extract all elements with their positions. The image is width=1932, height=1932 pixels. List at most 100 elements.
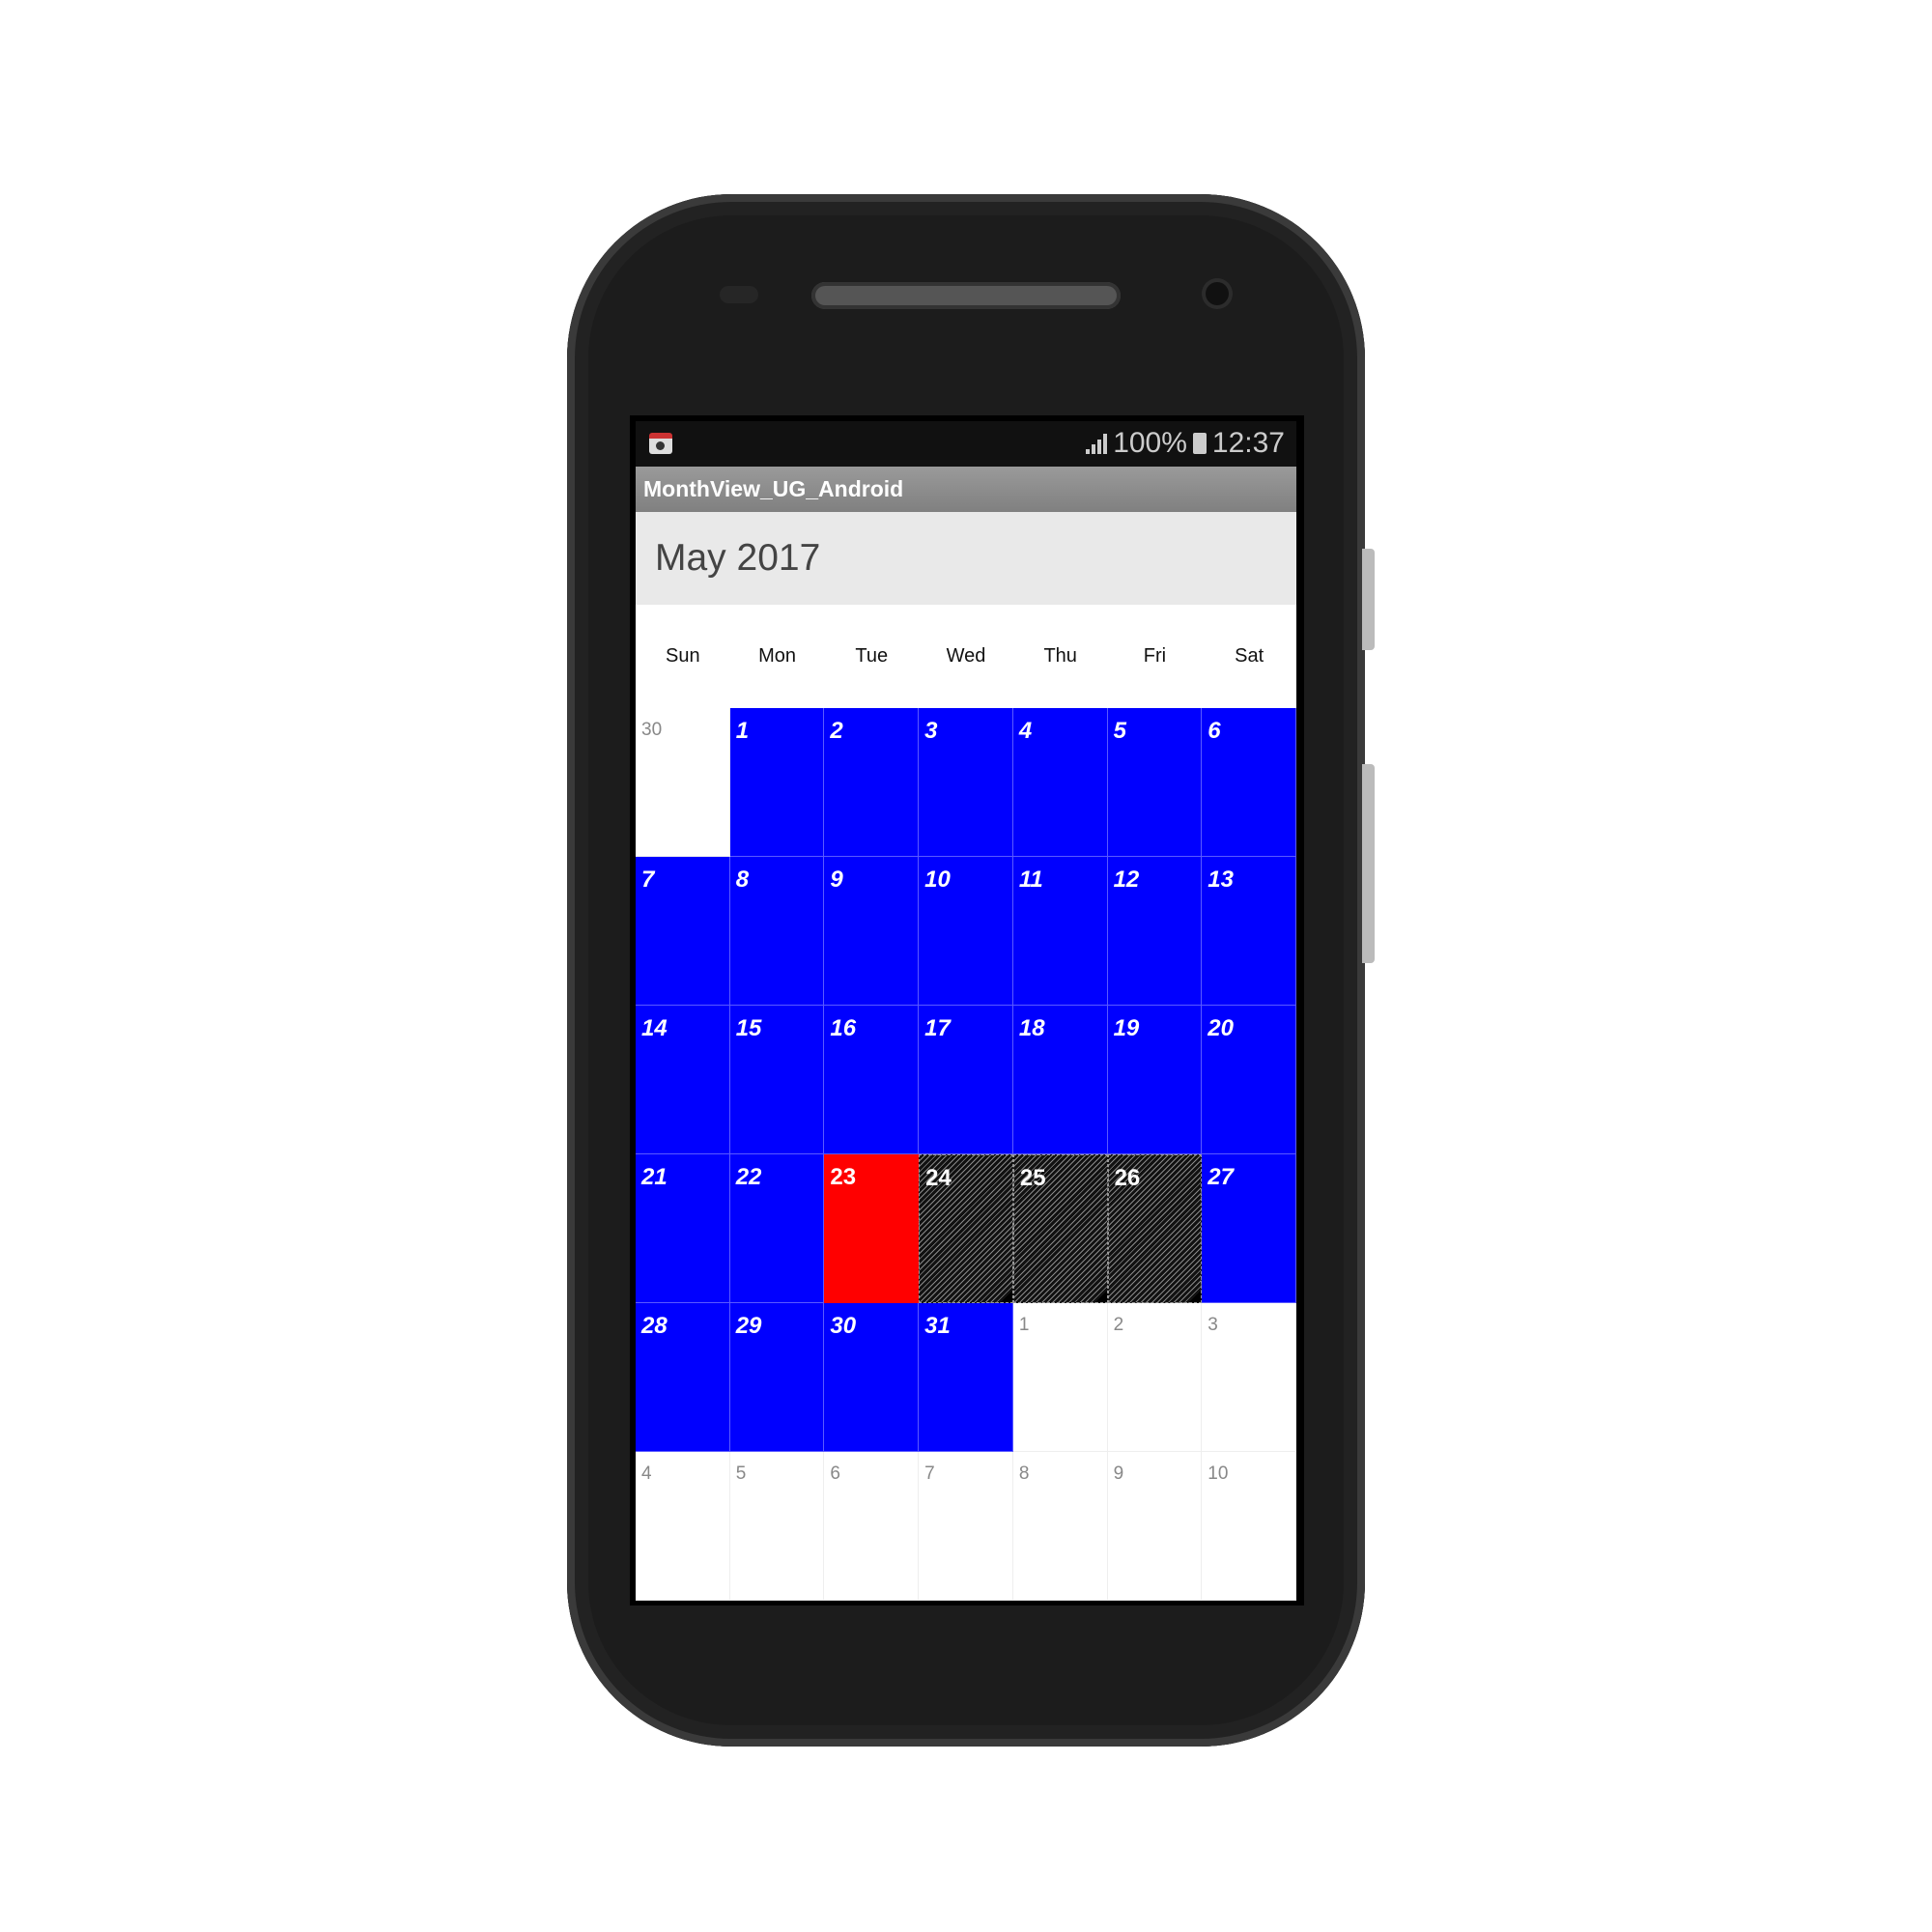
date-cell[interactable]: 2 [824, 708, 920, 857]
date-cell[interactable]: 20 [1202, 1006, 1296, 1154]
date-label: 27 [1208, 1164, 1234, 1190]
battery-icon [1192, 433, 1207, 454]
date-cell[interactable]: 18 [1012, 1006, 1108, 1154]
date-cell[interactable]: 28 [636, 1303, 730, 1452]
day-name-fri: Fri [1143, 645, 1167, 667]
date-label: 5 [735, 1463, 747, 1484]
date-cell[interactable]: 6 [1202, 708, 1296, 857]
date-label: 9 [830, 867, 843, 893]
date-cell[interactable]: 25 [1012, 1154, 1108, 1303]
proximity-sensor [720, 286, 758, 303]
date-label: 15 [735, 1015, 762, 1041]
battery-percent: 100% [1113, 427, 1187, 459]
date-cell[interactable]: 17 [919, 1006, 1013, 1154]
day-name-tue: Tue [855, 645, 889, 667]
date-cell[interactable]: 7 [919, 1452, 1013, 1601]
date-label: 16 [830, 1015, 857, 1041]
date-cell[interactable]: 22 [729, 1154, 825, 1303]
date-label: 19 [1113, 1015, 1140, 1041]
date-label: 24 [925, 1165, 952, 1191]
date-cell[interactable]: 1 [1012, 1303, 1108, 1452]
date-label: 3 [924, 718, 938, 744]
month-grid: 30 1 2 3 4 5 6 7 8 9 10 11 12 13 14 15 16 17 18 19 20 21 22 23 2… [636, 708, 1296, 1601]
month-header[interactable]: May 2017 [636, 512, 1296, 605]
date-cell[interactable]: 30 [824, 1303, 920, 1452]
date-label: 25 [1019, 1165, 1046, 1191]
volume-button[interactable] [1362, 764, 1375, 963]
date-cell[interactable]: 29 [729, 1303, 825, 1452]
date-label: 23 [830, 1164, 857, 1190]
date-cell[interactable]: 10 [1202, 1452, 1296, 1601]
signal-icon [1086, 433, 1108, 454]
date-label: 4 [1018, 718, 1033, 744]
date-cell[interactable]: 8 [729, 857, 825, 1006]
date-label: 17 [924, 1015, 951, 1041]
date-cell[interactable]: 26 [1107, 1154, 1203, 1303]
date-label: 29 [735, 1313, 762, 1339]
date-cell[interactable]: 5 [1107, 708, 1203, 857]
date-label: 2 [830, 718, 843, 744]
date-label: 7 [924, 1463, 935, 1484]
date-cell[interactable]: 16 [824, 1006, 920, 1154]
date-cell[interactable]: 9 [824, 857, 920, 1006]
date-cell[interactable]: 13 [1202, 857, 1296, 1006]
date-label: 9 [1113, 1463, 1124, 1484]
date-cell[interactable]: 5 [729, 1452, 825, 1601]
date-label: 21 [641, 1164, 668, 1190]
date-cell[interactable]: 23 [824, 1154, 920, 1303]
date-cell[interactable]: 14 [636, 1006, 730, 1154]
day-name-sun: Sun [666, 645, 700, 667]
front-camera-icon [1206, 282, 1229, 305]
date-cell[interactable]: 8 [1012, 1452, 1108, 1601]
camera-app-icon [649, 433, 672, 454]
date-cell[interactable]: 7 [636, 857, 730, 1006]
app-title: MonthView_UG_Android [636, 467, 1296, 512]
date-label: 14 [641, 1015, 668, 1041]
date-label: 30 [830, 1313, 857, 1339]
date-cell[interactable]: 21 [636, 1154, 730, 1303]
date-cell[interactable]: 12 [1107, 857, 1203, 1006]
date-label: 6 [830, 1463, 840, 1484]
date-label: 11 [1018, 867, 1043, 893]
date-cell[interactable]: 10 [919, 857, 1013, 1006]
date-cell[interactable]: 9 [1107, 1452, 1203, 1601]
date-cell[interactable]: 27 [1202, 1154, 1296, 1303]
date-cell[interactable]: 4 [636, 1452, 730, 1601]
date-label: 30 [641, 720, 663, 740]
date-cell[interactable]: 30 [636, 708, 730, 857]
date-label: 18 [1018, 1015, 1045, 1041]
date-label: 10 [924, 867, 951, 893]
date-cell[interactable]: 4 [1012, 708, 1108, 857]
day-name-wed: Wed [946, 645, 986, 667]
earpiece-speaker [811, 282, 1121, 309]
power-button[interactable] [1362, 549, 1375, 650]
date-label: 1 [1018, 1315, 1030, 1335]
date-cell[interactable]: 6 [824, 1452, 920, 1601]
day-name-sat: Sat [1235, 645, 1264, 667]
day-name-mon: Mon [758, 645, 797, 667]
date-label: 26 [1114, 1165, 1141, 1191]
date-cell[interactable]: 19 [1107, 1006, 1203, 1154]
day-names-row: Sun Mon Tue Wed Thu Fri Sat [636, 605, 1296, 708]
date-cell[interactable]: 31 [919, 1303, 1013, 1452]
date-cell[interactable]: 1 [729, 708, 825, 857]
date-label: 28 [641, 1313, 668, 1339]
date-label: 8 [1018, 1463, 1030, 1484]
date-cell[interactable]: 24 [919, 1154, 1013, 1303]
date-cell[interactable]: 3 [919, 708, 1013, 857]
date-cell[interactable]: 15 [729, 1006, 825, 1154]
date-label: 5 [1113, 718, 1126, 744]
status-bar: 100% 12:37 [636, 421, 1296, 467]
date-label: 22 [735, 1164, 762, 1190]
date-cell[interactable]: 11 [1012, 857, 1108, 1006]
date-label: 7 [641, 867, 655, 893]
date-cell[interactable]: 3 [1202, 1303, 1296, 1452]
date-label: 4 [641, 1463, 652, 1484]
date-label: 20 [1208, 1015, 1234, 1041]
date-label: 10 [1208, 1463, 1229, 1484]
date-cell[interactable]: 2 [1107, 1303, 1203, 1452]
date-label: 3 [1208, 1315, 1218, 1335]
date-label: 6 [1208, 718, 1221, 744]
day-name-thu: Thu [1043, 645, 1077, 667]
date-label: 12 [1113, 867, 1140, 893]
